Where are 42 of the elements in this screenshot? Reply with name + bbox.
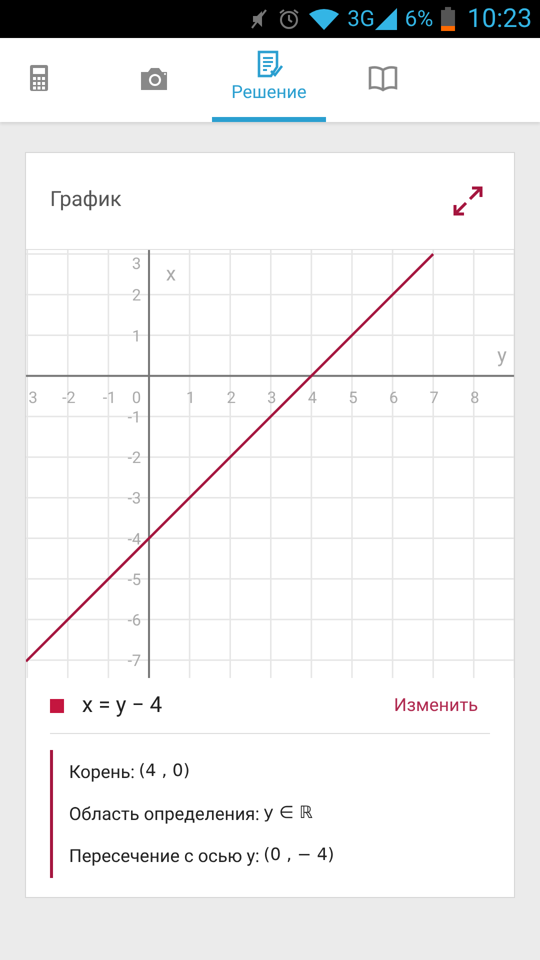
tick-label: 2	[226, 388, 236, 407]
clock: 10:23	[467, 2, 532, 36]
tick-label: 1	[132, 326, 141, 346]
battery-icon	[441, 7, 456, 31]
mute-icon	[249, 8, 270, 30]
battery-percent: 6%	[404, 6, 434, 34]
card-title: График	[50, 187, 122, 214]
origin-label: 0	[132, 388, 141, 407]
axis-label: y	[497, 342, 507, 367]
tick-label: 7	[430, 388, 439, 407]
tick-label: -4	[128, 529, 141, 548]
tick-label: -1	[102, 388, 116, 407]
wifi-icon	[309, 8, 340, 30]
tick-label: -3	[128, 488, 141, 508]
tick-label: 3	[132, 254, 141, 273]
tick-label: -2	[128, 448, 141, 468]
tick-label: 3	[28, 388, 38, 407]
tick-label: -7	[128, 651, 141, 670]
tick-label: 6	[389, 388, 398, 407]
axis-label: x	[166, 261, 176, 286]
property-label: Пересечение с осью y:	[69, 844, 260, 868]
property-value: y ∈ ℝ	[264, 802, 313, 826]
tick-label: 1	[186, 388, 196, 407]
tick-label: -1	[128, 408, 141, 426]
edit-link[interactable]: Изменить	[394, 692, 478, 719]
tick-label: 5	[348, 388, 358, 407]
tick-label: -6	[128, 610, 141, 630]
signal-icon	[374, 8, 397, 30]
expand-icon[interactable]	[452, 185, 484, 217]
property-value: (0 , − 4)	[264, 844, 334, 868]
equation: x = y − 4	[82, 692, 164, 720]
tick-label: 8	[470, 388, 480, 407]
network-type: 3G	[347, 6, 375, 34]
property-value: (4 , 0)	[138, 760, 190, 784]
property-label: Корень:	[69, 760, 135, 784]
property-label: Область определения:	[69, 802, 260, 826]
alarm-icon	[277, 7, 302, 31]
tick-label: -2	[62, 388, 76, 407]
tick-label: 4	[308, 388, 317, 407]
tick-label: -5	[128, 570, 141, 589]
tick-label: 3	[267, 388, 276, 407]
tick-label: 2	[132, 286, 141, 305]
